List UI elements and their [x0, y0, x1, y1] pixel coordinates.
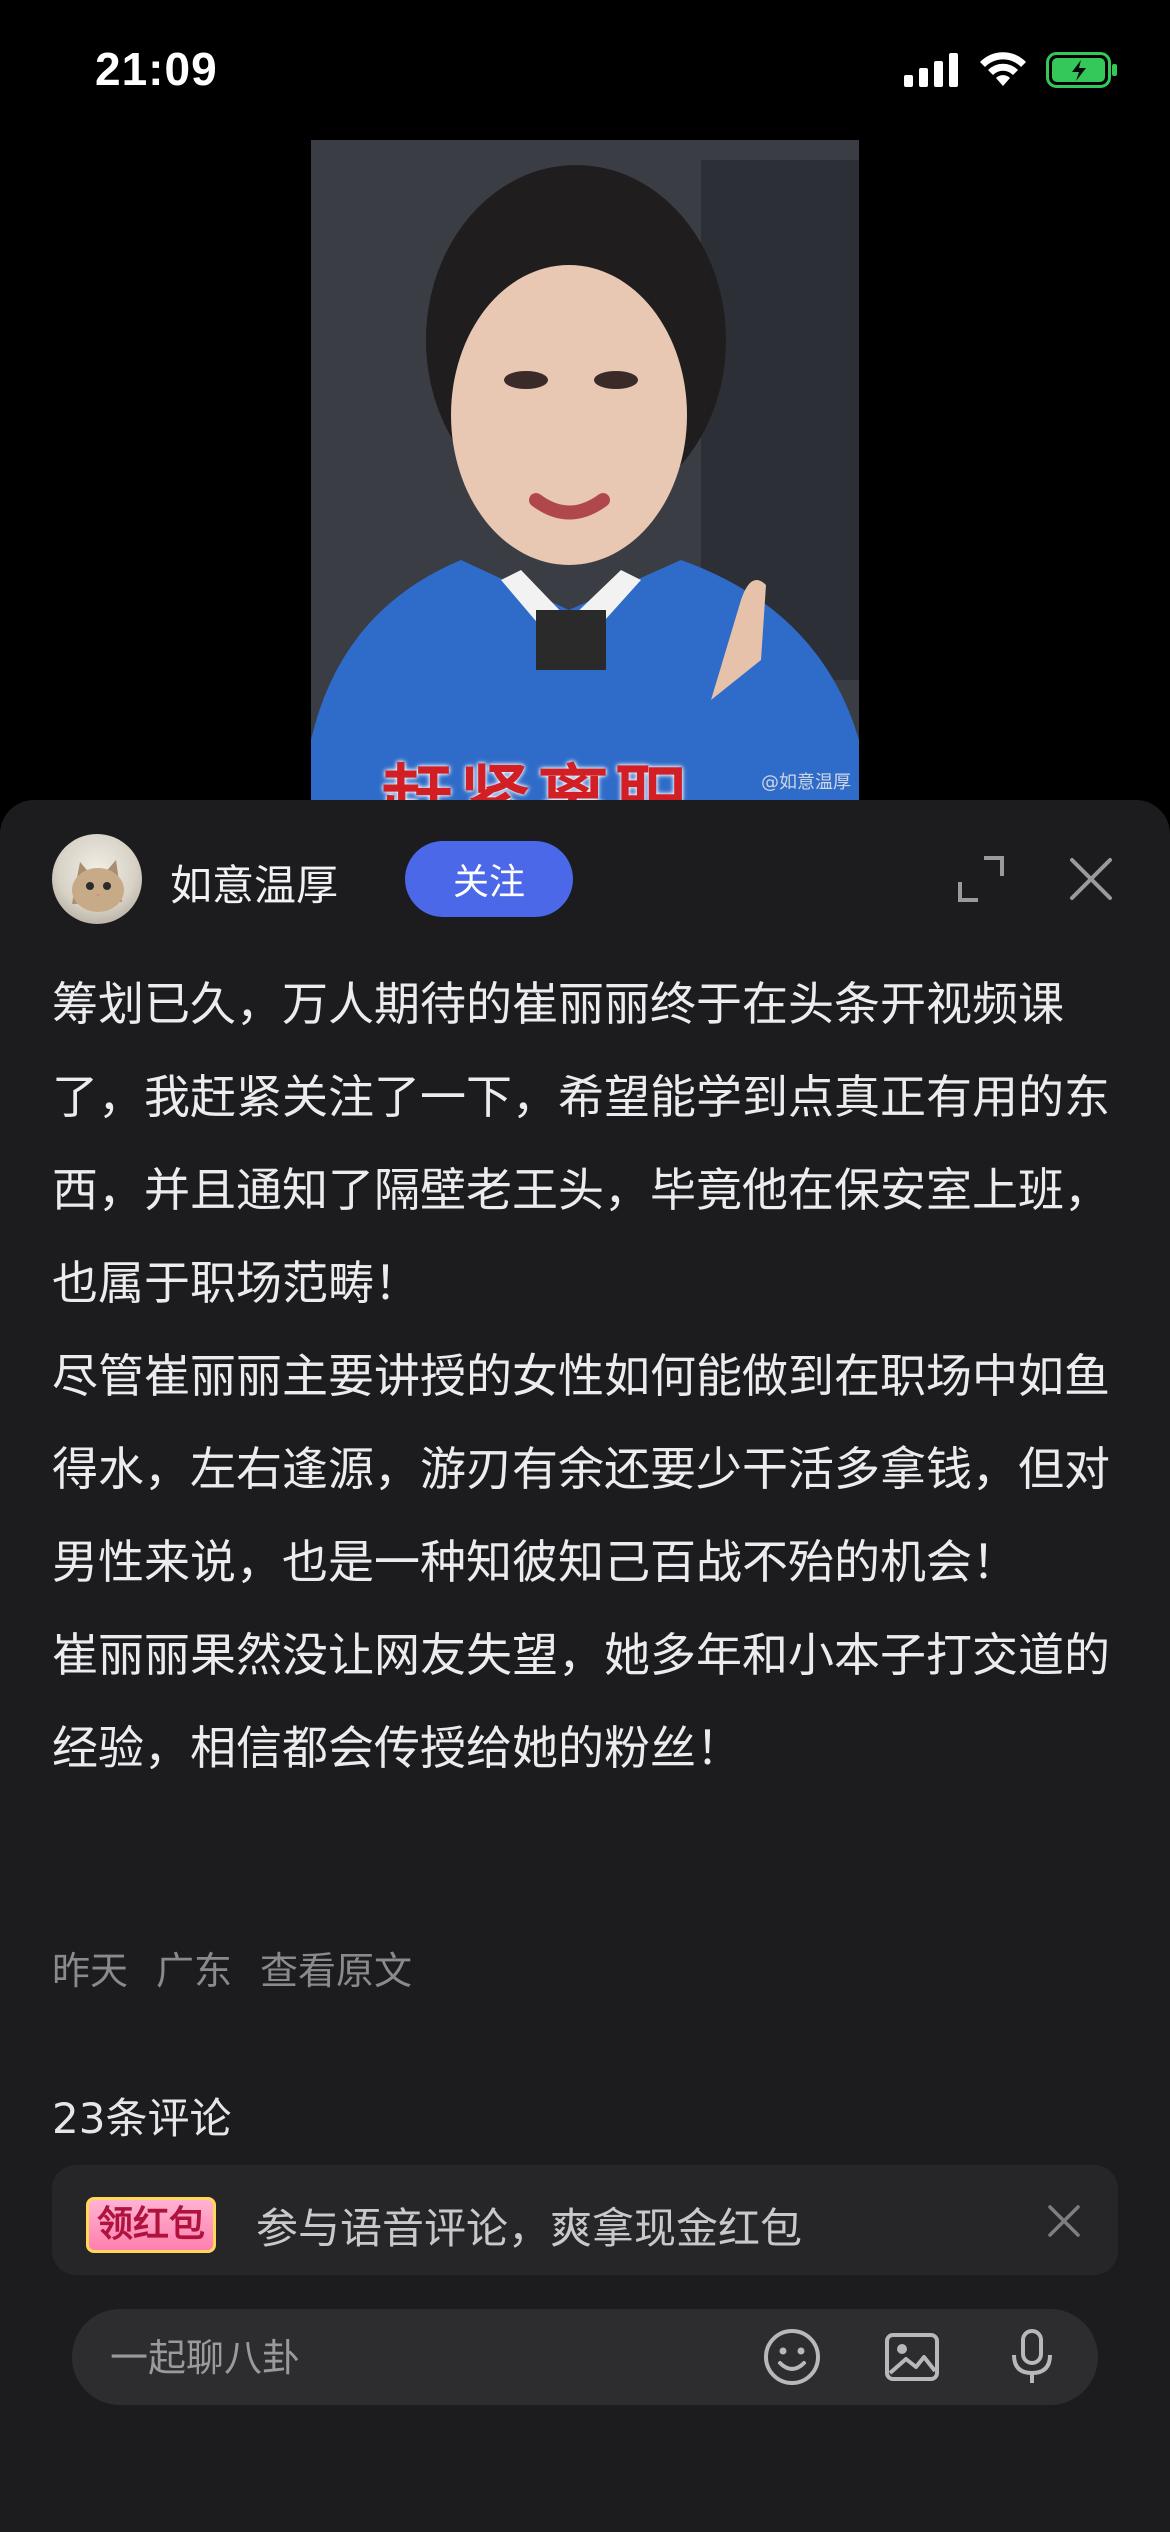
close-icon[interactable] — [1064, 852, 1118, 906]
avatar[interactable] — [52, 834, 142, 924]
status-icons — [904, 52, 1118, 88]
wifi-icon — [980, 52, 1026, 86]
promo-banner[interactable]: 领红包 参与语音评论，爽拿现金红包 — [52, 2165, 1118, 2275]
expand-icon[interactable] — [954, 852, 1008, 906]
post-location: 广东 — [156, 1949, 233, 1993]
post-time: 昨天 — [52, 1949, 129, 1993]
video-player[interactable]: 赶紧离职 @如意温厚 — [311, 140, 859, 800]
close-icon[interactable] — [1044, 2201, 1084, 2241]
emoji-icon[interactable] — [762, 2327, 822, 2387]
follow-button[interactable]: 关注 — [405, 841, 573, 917]
microphone-icon[interactable] — [1002, 2327, 1062, 2387]
post-paragraph: 崔丽丽果然没让网友失望，她多年和小本子打交道的经验，相信都会传授给她的粉丝！ — [52, 1628, 1110, 1775]
post-meta: 昨天 广东 查看原文 — [52, 1940, 412, 1995]
post-paragraph: 尽管崔丽丽主要讲授的女性如何能做到在职场中如鱼得水，左右逢源，游刃有余还要少干活… — [52, 1349, 1110, 1589]
author-row: 如意温厚 关注 — [52, 834, 1118, 924]
author-name[interactable]: 如意温厚 — [170, 852, 338, 913]
post-sheet: 如意温厚 关注 筹划已久，万人期待的崔丽丽终于在头条开视频课了，我赶紧关注了一下… — [0, 800, 1170, 2532]
status-bar: 21:09 — [0, 0, 1170, 140]
promo-text: 参与语音评论，爽拿现金红包 — [256, 2204, 803, 2253]
video-thumbnail — [311, 140, 859, 800]
image-icon[interactable] — [882, 2327, 942, 2387]
post-paragraph: 筹划已久，万人期待的崔丽丽终于在头条开视频课了，我赶紧关注了一下，希望能学到点真… — [52, 977, 1110, 1310]
post-body: 筹划已久，万人期待的崔丽丽终于在头条开视频课了，我赶紧关注了一下，希望能学到点真… — [52, 958, 1122, 1795]
status-time: 21:09 — [95, 43, 218, 95]
comment-count: 23条评论 — [52, 2094, 232, 2143]
view-original-link[interactable]: 查看原文 — [260, 1940, 412, 1995]
battery-icon — [1046, 52, 1117, 88]
cat-avatar-image — [72, 860, 124, 912]
red-packet-badge: 领红包 — [86, 2197, 217, 2253]
video-watermark: @如意温厚 — [761, 772, 851, 793]
comment-input-pill — [72, 2309, 1098, 2407]
signal-icon — [904, 53, 958, 87]
comment-input[interactable] — [108, 2309, 672, 2407]
comment-input-bar — [0, 2285, 1170, 2532]
video-caption: 赶紧离职 — [381, 757, 694, 800]
